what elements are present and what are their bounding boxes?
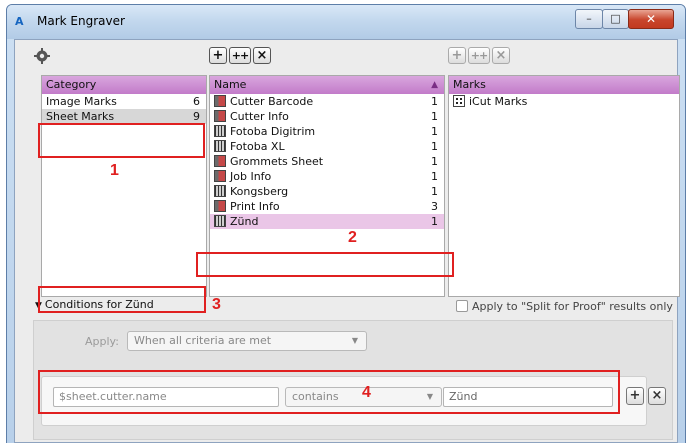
maximize-button[interactable]: □	[602, 9, 629, 29]
name-item-label: Kongsberg	[230, 185, 289, 198]
barcode-mark-icon	[214, 140, 226, 152]
sheet-mark-icon	[214, 200, 226, 212]
name-item-count: 1	[431, 215, 438, 228]
barcode-mark-icon	[214, 215, 226, 227]
marks-item-label: iCut Marks	[469, 95, 528, 108]
marks-add-button[interactable]: +	[448, 47, 466, 64]
name-item[interactable]: Fotoba Digitrim 1	[210, 124, 444, 139]
name-item-count: 1	[431, 155, 438, 168]
name-header[interactable]: Name ▲	[210, 76, 444, 94]
category-count: 9	[193, 110, 200, 123]
callout-number-2: 2	[348, 229, 357, 246]
name-item[interactable]: Cutter Barcode 1	[210, 94, 444, 109]
title-bar: A Mark Engraver – □ ✕	[7, 5, 685, 39]
category-pane: Category Image Marks 6 Sheet Marks 9	[41, 75, 207, 297]
name-item-label: Cutter Barcode	[230, 95, 314, 108]
window-title: Mark Engraver	[37, 14, 125, 28]
name-item[interactable]: Grommets Sheet 1	[210, 154, 444, 169]
name-item-label: Print Info	[230, 200, 280, 213]
icut-marks-icon	[453, 95, 465, 107]
barcode-mark-icon	[214, 185, 226, 197]
marks-add-multiple-button[interactable]: ++	[468, 47, 490, 64]
category-label: Sheet Marks	[46, 110, 115, 123]
name-item-label: Fotoba XL	[230, 140, 285, 153]
add-mark-button[interactable]: +	[209, 47, 227, 64]
sort-ascending-icon: ▲	[431, 80, 438, 90]
checkbox-box[interactable]	[456, 300, 468, 312]
name-item-count: 1	[431, 185, 438, 198]
name-item[interactable]: Cutter Info 1	[210, 109, 444, 124]
name-item-label: Zünd	[230, 215, 259, 228]
name-item-label: Fotoba Digitrim	[230, 125, 316, 138]
sheet-mark-icon	[214, 155, 226, 167]
split-for-proof-checkbox[interactable]: Apply to "Split for Proof" results only	[456, 300, 673, 313]
name-item-count: 1	[431, 110, 438, 123]
minimize-button[interactable]: –	[575, 9, 603, 29]
name-item[interactable]: Kongsberg 1	[210, 184, 444, 199]
name-item[interactable]: Print Info 3	[210, 199, 444, 214]
name-item[interactable]: Job Info 1	[210, 169, 444, 184]
marks-header[interactable]: Marks	[449, 76, 679, 94]
apply-mode-value: When all criteria are met	[134, 334, 272, 347]
category-item-sheet-marks[interactable]: Sheet Marks 9	[42, 109, 206, 124]
name-item-count: 1	[431, 95, 438, 108]
name-item-count: 1	[431, 125, 438, 138]
callout-box-1	[38, 123, 205, 158]
name-item-label: Grommets Sheet	[230, 155, 324, 168]
apply-label: Apply:	[85, 335, 119, 348]
name-item-count: 1	[431, 140, 438, 153]
app-icon: A	[15, 15, 24, 28]
callout-box-2	[196, 252, 454, 277]
name-item[interactable]: Zünd 1	[210, 214, 444, 229]
name-item-count: 3	[431, 200, 438, 213]
sheet-mark-icon	[214, 170, 226, 182]
marks-pane: Marks iCut Marks	[448, 75, 680, 297]
name-item-label: Job Info	[230, 170, 272, 183]
category-header[interactable]: Category	[42, 76, 206, 94]
settings-gear-icon[interactable]	[33, 47, 51, 65]
category-count: 6	[193, 95, 200, 108]
chevron-down-icon: ▼	[351, 336, 358, 345]
name-item[interactable]: Fotoba XL 1	[210, 139, 444, 154]
add-multiple-marks-button[interactable]: ++	[229, 47, 251, 64]
marks-item-icut-marks[interactable]: iCut Marks	[449, 94, 679, 109]
add-criterion-button[interactable]: +	[626, 387, 644, 405]
callout-number-3: 3	[212, 296, 221, 313]
sheet-mark-icon	[214, 110, 226, 122]
marks-remove-button[interactable]: ×	[492, 47, 510, 64]
name-header-label: Name	[214, 78, 247, 91]
apply-mode-dropdown[interactable]: When all criteria are met ▼	[127, 331, 367, 351]
name-item-count: 1	[431, 170, 438, 183]
split-for-proof-label: Apply to "Split for Proof" results only	[472, 300, 673, 313]
callout-box-3	[38, 286, 206, 313]
remove-criterion-button[interactable]: ×	[648, 387, 666, 405]
callout-number-4: 4	[362, 384, 371, 401]
close-button[interactable]: ✕	[628, 9, 674, 29]
barcode-mark-icon	[214, 125, 226, 137]
sheet-mark-icon	[214, 95, 226, 107]
category-label: Image Marks	[46, 95, 117, 108]
name-item-label: Cutter Info	[230, 110, 289, 123]
callout-box-4	[38, 370, 620, 414]
remove-mark-button[interactable]: ×	[253, 47, 271, 64]
category-item-image-marks[interactable]: Image Marks 6	[42, 94, 206, 109]
callout-number-1: 1	[110, 162, 119, 179]
